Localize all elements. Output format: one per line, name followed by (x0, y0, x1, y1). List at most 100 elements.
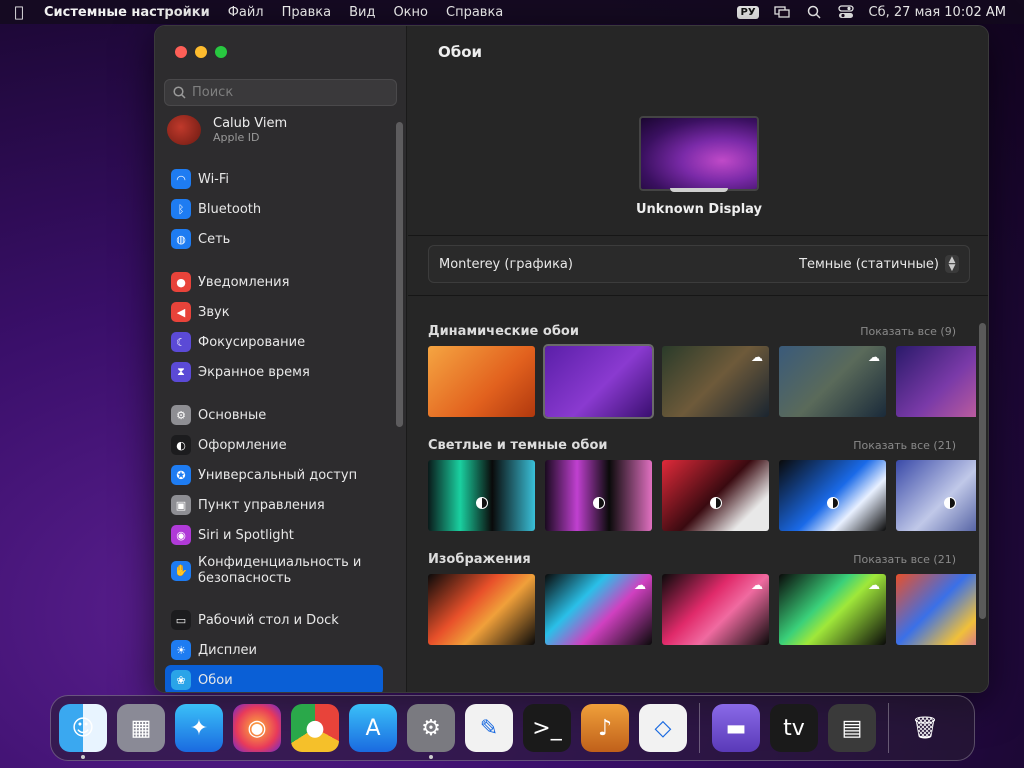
thumbnail-row (428, 460, 976, 534)
divider (408, 235, 988, 236)
menu-help[interactable]: Справка (446, 5, 503, 20)
sidebar-item-wallpaper[interactable]: ❀ Обои (165, 665, 383, 692)
section-header: Изображения Показать все (21) (428, 544, 976, 574)
sidebar-item-wifi[interactable]: ◠ Wi-Fi (165, 164, 383, 194)
wallpaper-thumbnail[interactable] (428, 346, 535, 417)
menu-window[interactable]: Окно (393, 5, 428, 20)
wallpaper-thumbnail[interactable] (428, 574, 535, 645)
trash-icon[interactable]: 🗑 (901, 704, 949, 752)
light-dark-icon (943, 496, 956, 509)
launchpad-icon[interactable]: ▦ (117, 704, 165, 752)
menu-file[interactable]: Файл (228, 5, 264, 20)
vscode-icon[interactable]: ◇ (639, 704, 687, 752)
cloud-download-icon: ☁ (868, 350, 880, 364)
safari-icon[interactable]: ✦ (175, 704, 223, 752)
sidebar-item-moon[interactable]: ☾ Фокусирование (165, 327, 383, 357)
wallpaper-thumbnail[interactable] (662, 460, 769, 531)
wallpaper-thumbnail[interactable]: ☁ (662, 346, 769, 417)
light-dark-icon (592, 496, 605, 509)
sidebar-search (164, 79, 397, 106)
sidebar-item-globe[interactable]: ◍ Сеть (165, 224, 383, 254)
calculator-icon[interactable]: ▤ (828, 704, 876, 752)
menu-view[interactable]: Вид (349, 5, 375, 20)
apple-id-account[interactable]: Calub Viem Apple ID (165, 114, 383, 146)
sidebar-item-accessibility[interactable]: ✪ Универсальный доступ (165, 460, 383, 490)
wallpaper-thumbnail[interactable] (428, 460, 535, 531)
control-center-icon[interactable] (837, 5, 855, 19)
sidebar-item-dock[interactable]: ▭ Рабочий стол и Dock (165, 605, 383, 635)
sidebar: Calub Viem Apple ID ◠ Wi-Fi ᛒ Bluetooth ◍ Сет… (155, 26, 407, 692)
wallpaper-thumbnail[interactable] (545, 460, 652, 531)
wallpaper-thumbnail[interactable] (896, 574, 976, 645)
wallpaper-picker[interactable]: Monterey (графика) Темные (статичные) ▲ ▼ (428, 245, 970, 283)
show-all-button[interactable]: Показать все (9) (860, 325, 956, 338)
minimize-window-button[interactable] (195, 46, 207, 58)
garageband-icon[interactable]: ♪ (581, 704, 629, 752)
wallpaper-thumbnail[interactable] (896, 346, 976, 417)
sidebar-item-appearance[interactable]: ◐ Оформление (165, 430, 383, 460)
wallpaper-thumbnail[interactable] (543, 344, 654, 419)
sidebar-item-gear[interactable]: ⚙ Основные (165, 400, 383, 430)
terminal-icon[interactable]: >_ (523, 704, 571, 752)
finder-icon[interactable]: ☺ (59, 704, 107, 759)
clock[interactable]: Сб, 27 мая 10:02 AM (869, 5, 1006, 20)
light-dark-icon (709, 496, 722, 509)
sidebar-item-hand[interactable]: ✋ Конфиденциальность и безопасность (165, 550, 383, 592)
accessibility-icon: ✪ (171, 465, 191, 485)
sidebar-scrollbar[interactable] (396, 122, 403, 427)
sidebar-item-hourglass[interactable]: ⧗ Экранное время (165, 357, 383, 387)
wallpaper-thumbnail[interactable] (779, 460, 886, 531)
close-window-button[interactable] (175, 46, 187, 58)
show-all-button[interactable]: Показать все (21) (853, 439, 956, 452)
light-dark-icon (475, 496, 488, 509)
wallpaper-thumbnail[interactable]: ☁ (779, 574, 886, 645)
sidebar-item-siri[interactable]: ◉ Siri и Spotlight (165, 520, 383, 550)
system-settings-icon[interactable]: ⚙ (407, 704, 455, 759)
zoom-window-button[interactable] (215, 46, 227, 58)
app-store-icon[interactable]: A (349, 704, 397, 752)
thumbnail-row: ☁ ☁ (428, 344, 976, 420)
apple-tv-icon[interactable]: tv (770, 704, 818, 752)
sidebar-item-displays[interactable]: ☀ Дисплеи (165, 635, 383, 665)
gear-icon: ⚙ (171, 405, 191, 425)
section-header: Динамические обои Показать все (9) (428, 316, 976, 346)
wallpaper-thumbnail[interactable]: ☁ (779, 346, 886, 417)
spotlight-search-icon[interactable] (805, 5, 823, 19)
sidebar-item-label: Звук (198, 304, 230, 320)
sidebar-item-label: Обои (198, 672, 233, 688)
screen-mirroring-icon[interactable] (773, 5, 791, 19)
sidebar-item-notifications[interactable]: ● Уведомления (165, 267, 383, 297)
wifi-icon: ◠ (171, 169, 191, 189)
section-title: Изображения (428, 551, 531, 567)
menu-edit[interactable]: Правка (282, 5, 331, 20)
apple-menu-icon[interactable]:  (10, 3, 28, 21)
textedit-icon[interactable]: ✎ (465, 704, 513, 752)
wallpaper-style-select[interactable]: Темные (статичные) (799, 257, 939, 272)
disk-utility-icon[interactable]: ▬ (712, 704, 760, 752)
dock-separator (699, 703, 700, 753)
show-all-button[interactable]: Показать все (21) (853, 553, 956, 566)
firefox-icon[interactable]: ◉ (233, 704, 281, 752)
displays-icon: ☀ (171, 640, 191, 660)
sidebar-item-bluetooth[interactable]: ᛒ Bluetooth (165, 194, 383, 224)
hand-icon: ✋ (171, 561, 191, 581)
window-controls (175, 46, 227, 58)
dock-icon: ▭ (171, 610, 191, 630)
sidebar-item-control-center[interactable]: ▣ Пункт управления (165, 490, 383, 520)
gallery-scrollbar[interactable] (979, 323, 986, 619)
input-source-badge[interactable]: РУ (737, 5, 759, 19)
sidebar-item-sound[interactable]: ◀ Звук (165, 297, 383, 327)
sidebar-item-label: Сеть (198, 231, 231, 247)
menu-app-name[interactable]: Системные настройки (44, 5, 210, 20)
section-title: Светлые и темные обои (428, 437, 608, 453)
wallpaper-thumbnail[interactable]: ☁ (545, 574, 652, 645)
search-input[interactable] (192, 85, 382, 100)
chrome-icon[interactable]: ● (291, 704, 339, 752)
chevron-updown-icon[interactable]: ▲ ▼ (945, 255, 959, 273)
hourglass-icon: ⧗ (171, 362, 191, 382)
sidebar-item-label: Конфиденциальность и безопасность (198, 555, 362, 586)
wallpaper-thumbnail[interactable]: ☁ (662, 574, 769, 645)
wallpaper-thumbnail[interactable] (896, 460, 976, 531)
search-icon (173, 86, 186, 99)
